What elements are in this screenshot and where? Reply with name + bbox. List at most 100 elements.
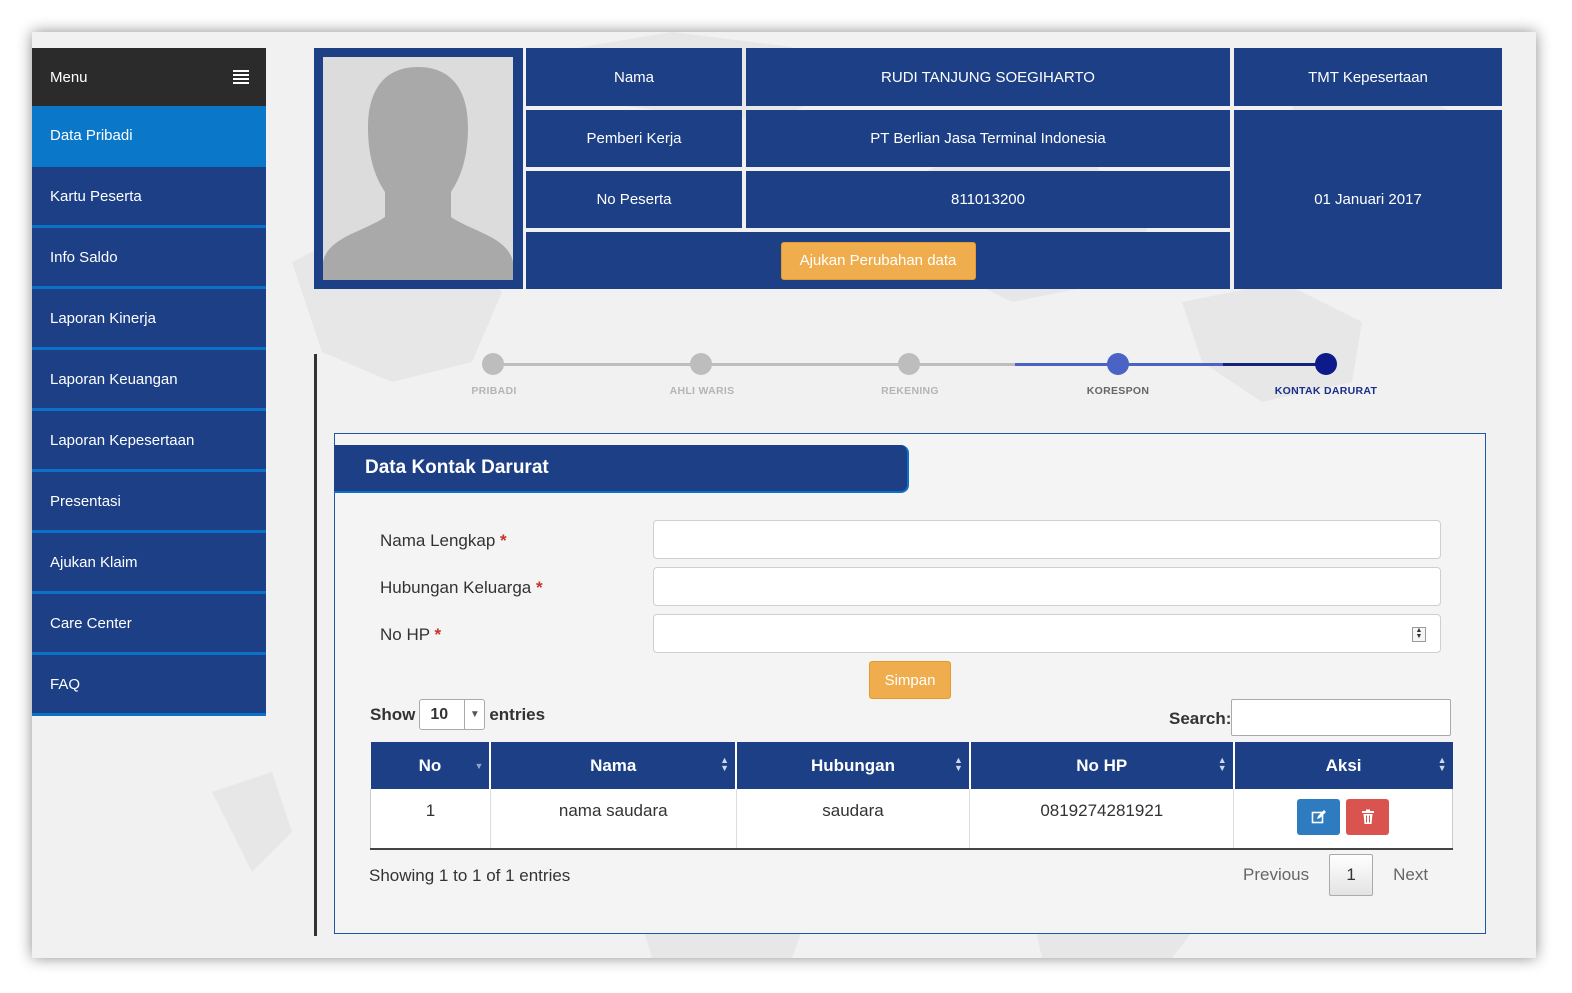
table-info: Showing 1 to 1 of 1 entries xyxy=(369,866,571,885)
simpan-button[interactable]: Simpan xyxy=(869,661,951,699)
sidebar-item-label: FAQ xyxy=(50,675,81,693)
avatar xyxy=(323,57,513,280)
column-header-label: Hubungan xyxy=(810,755,895,775)
cell-no: 1 xyxy=(370,789,491,850)
no-hp-input[interactable]: ▲ ▼ xyxy=(653,614,1441,653)
nama-label-cell: Nama xyxy=(526,48,742,106)
sidebar-item-laporan-kinerja[interactable]: Laporan Kinerja xyxy=(32,289,266,350)
sidebar-item-label: Laporan Kinerja xyxy=(50,309,156,327)
pemberi-label-cell: Pemberi Kerja xyxy=(526,110,742,167)
sort-icon: ▲ ▼ xyxy=(720,755,730,773)
column-header-nama[interactable]: Nama ▲ ▼ xyxy=(489,742,737,789)
page-length-control: Show 10 ▼ entries xyxy=(370,699,545,730)
step-label-korespon[interactable]: KORESPON xyxy=(1048,385,1188,397)
nama-label: Nama xyxy=(613,68,654,86)
edit-button[interactable] xyxy=(1297,799,1341,835)
column-header-label: No HP xyxy=(1076,755,1128,775)
step-label-kontak-darurat[interactable]: KONTAK DARURAT xyxy=(1256,385,1396,397)
sidebar-item-label: Ajukan Klaim xyxy=(50,553,138,571)
column-header-no[interactable]: No ▼ xyxy=(370,742,491,789)
trash-icon xyxy=(1361,809,1374,824)
step-dot-kontak-darurat[interactable] xyxy=(1315,353,1337,375)
page-length-select[interactable]: 10 ▼ xyxy=(419,699,486,730)
app-window: Menu Data Pribadi Kartu Peserta Info Sal… xyxy=(32,32,1536,958)
sort-icon: ▲ ▼ xyxy=(1437,755,1447,773)
hubungan-keluarga-label-text: Hubungan Keluarga xyxy=(380,578,532,597)
no-peserta-value-cell: 811013200 xyxy=(746,171,1230,228)
nama-value-cell: RUDI TANJUNG SOEGIHARTO xyxy=(746,48,1230,106)
column-header-label: Nama xyxy=(590,755,637,775)
column-header-aksi[interactable]: Aksi ▲ ▼ xyxy=(1232,742,1453,789)
sidebar-item-faq[interactable]: FAQ xyxy=(32,655,266,716)
next-button[interactable]: Next xyxy=(1393,865,1428,885)
sidebar-item-laporan-kepesertaan[interactable]: Laporan Kepesertaan xyxy=(32,411,266,472)
sidebar-item-ajukan-klaim[interactable]: Ajukan Klaim xyxy=(32,533,266,594)
sort-icon: ▲ ▼ xyxy=(953,755,963,773)
column-header-label: Aksi xyxy=(1325,755,1362,775)
page-length-value: 10 xyxy=(430,705,449,723)
step-dot-pribadi[interactable] xyxy=(482,353,504,375)
pemberi-value-cell: PT Berlian Jasa Terminal Indonesia xyxy=(746,110,1230,167)
entries-label: entries xyxy=(489,704,546,724)
change-request-cell: Ajukan Perubahan data xyxy=(526,232,1230,289)
tmt-value-cell: 01 Januari 2017 xyxy=(1234,110,1502,289)
sidebar-item-label: Presentasi xyxy=(50,492,121,510)
page-button-current[interactable]: 1 xyxy=(1329,854,1374,896)
chevron-down-icon: ▼ xyxy=(464,700,484,729)
no-hp-label: No HP * xyxy=(380,625,441,645)
no-hp-label-text: No HP xyxy=(380,625,430,644)
tmt-label: TMT Kepesertaan xyxy=(1308,68,1428,86)
column-header-no-hp[interactable]: No HP ▲ ▼ xyxy=(968,742,1234,789)
sort-icon: ▲ ▼ xyxy=(1217,755,1227,773)
step-dot-rekening[interactable] xyxy=(898,353,920,375)
search-input[interactable] xyxy=(1231,699,1451,736)
step-dot-korespon[interactable] xyxy=(1107,353,1129,375)
sidebar-item-data-pribadi[interactable]: Data Pribadi xyxy=(32,106,266,167)
step-line-current xyxy=(1223,363,1326,366)
step-label-pribadi[interactable]: PRIBADI xyxy=(424,385,564,397)
pemberi-value: PT Berlian Jasa Terminal Indonesia xyxy=(870,130,1106,147)
nama-lengkap-label: Nama Lengkap * xyxy=(380,531,507,551)
ajukan-perubahan-button[interactable]: Ajukan Perubahan data xyxy=(780,241,976,280)
sidebar-item-label: Care Center xyxy=(50,614,132,632)
hubungan-keluarga-label: Hubungan Keluarga * xyxy=(380,578,543,598)
pagination: Previous 1 Next xyxy=(1243,854,1428,896)
sidebar-item-laporan-keuangan[interactable]: Laporan Keuangan xyxy=(32,350,266,411)
required-mark: * xyxy=(500,531,507,550)
column-header-label: No xyxy=(418,755,442,775)
step-dot-ahli-waris[interactable] xyxy=(690,353,712,375)
row-actions xyxy=(1297,799,1390,835)
number-spinner-icon[interactable]: ▲ ▼ xyxy=(1412,627,1426,642)
no-peserta-label: No Peserta xyxy=(596,191,672,208)
show-label: Show xyxy=(370,704,416,724)
sidebar-item-kartu-peserta[interactable]: Kartu Peserta xyxy=(32,167,266,228)
step-label-rekening[interactable]: REKENING xyxy=(840,385,980,397)
tmt-label-cell: TMT Kepesertaan xyxy=(1234,48,1502,106)
step-label-ahli-waris[interactable]: AHLI WARIS xyxy=(632,385,772,397)
no-peserta-value: 811013200 xyxy=(951,191,1025,208)
column-header-hubungan[interactable]: Hubungan ▲ ▼ xyxy=(735,742,970,789)
sidebar-item-presentasi[interactable]: Presentasi xyxy=(32,472,266,533)
delete-button[interactable] xyxy=(1346,799,1390,835)
pemberi-label: Pemberi Kerja xyxy=(586,130,682,147)
sidebar-item-info-saldo[interactable]: Info Saldo xyxy=(32,228,266,289)
cell-aksi xyxy=(1233,789,1453,850)
hubungan-keluarga-input[interactable] xyxy=(653,567,1441,606)
nama-lengkap-input[interactable] xyxy=(653,520,1441,559)
previous-button[interactable]: Previous xyxy=(1243,865,1309,885)
menu-header[interactable]: Menu xyxy=(32,48,266,106)
nama-value: RUDI TANJUNG SOEGIHARTO xyxy=(881,68,1095,86)
sidebar-item-care-center[interactable]: Care Center xyxy=(32,594,266,655)
required-mark: * xyxy=(535,578,543,597)
panel-title: Data Kontak Darurat xyxy=(334,445,909,493)
no-peserta-label-cell: No Peserta xyxy=(526,171,742,228)
nama-lengkap-label-text: Nama Lengkap xyxy=(380,531,496,550)
step-line-done xyxy=(493,363,1015,366)
sidebar: Menu Data Pribadi Kartu Peserta Info Sal… xyxy=(32,48,266,716)
sidebar-item-label: Laporan Keuangan xyxy=(50,370,178,388)
required-mark: * xyxy=(434,625,442,644)
tmt-value: 01 Januari 2017 xyxy=(1314,191,1422,208)
sidebar-item-label: Data Pribadi xyxy=(50,126,133,144)
cell-no-hp: 0819274281921 xyxy=(969,789,1234,850)
hamburger-menu-icon[interactable] xyxy=(233,70,249,84)
